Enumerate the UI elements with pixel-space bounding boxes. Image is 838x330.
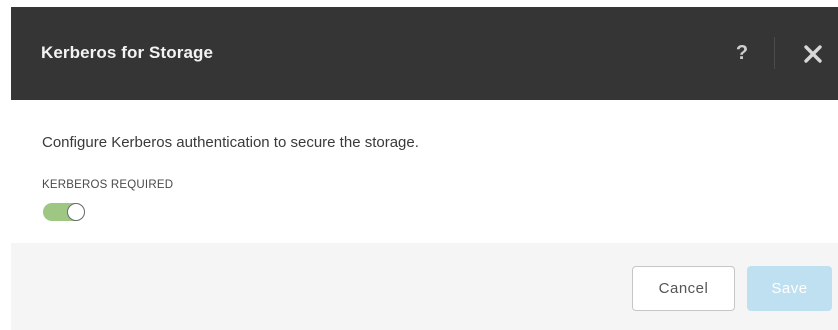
header-divider <box>774 37 775 69</box>
kerberos-required-label: KERBEROS REQUIRED <box>42 179 174 191</box>
dialog-header: Kerberos for Storage ? <box>11 7 838 100</box>
save-button[interactable]: Save <box>747 266 832 311</box>
help-icon[interactable]: ? <box>727 35 757 71</box>
kerberos-required-toggle[interactable] <box>43 203 85 221</box>
toggle-knob <box>67 203 85 221</box>
dialog-body: Configure Kerberos authentication to sec… <box>11 100 838 243</box>
dialog-title: Kerberos for Storage <box>41 43 214 62</box>
close-icon[interactable] <box>796 37 830 71</box>
kerberos-dialog: Kerberos for Storage ? Configure Kerbero… <box>11 7 838 330</box>
cancel-button[interactable]: Cancel <box>632 266 735 311</box>
dialog-footer: Cancel Save <box>11 243 838 330</box>
dialog-description: Configure Kerberos authentication to sec… <box>42 134 419 151</box>
